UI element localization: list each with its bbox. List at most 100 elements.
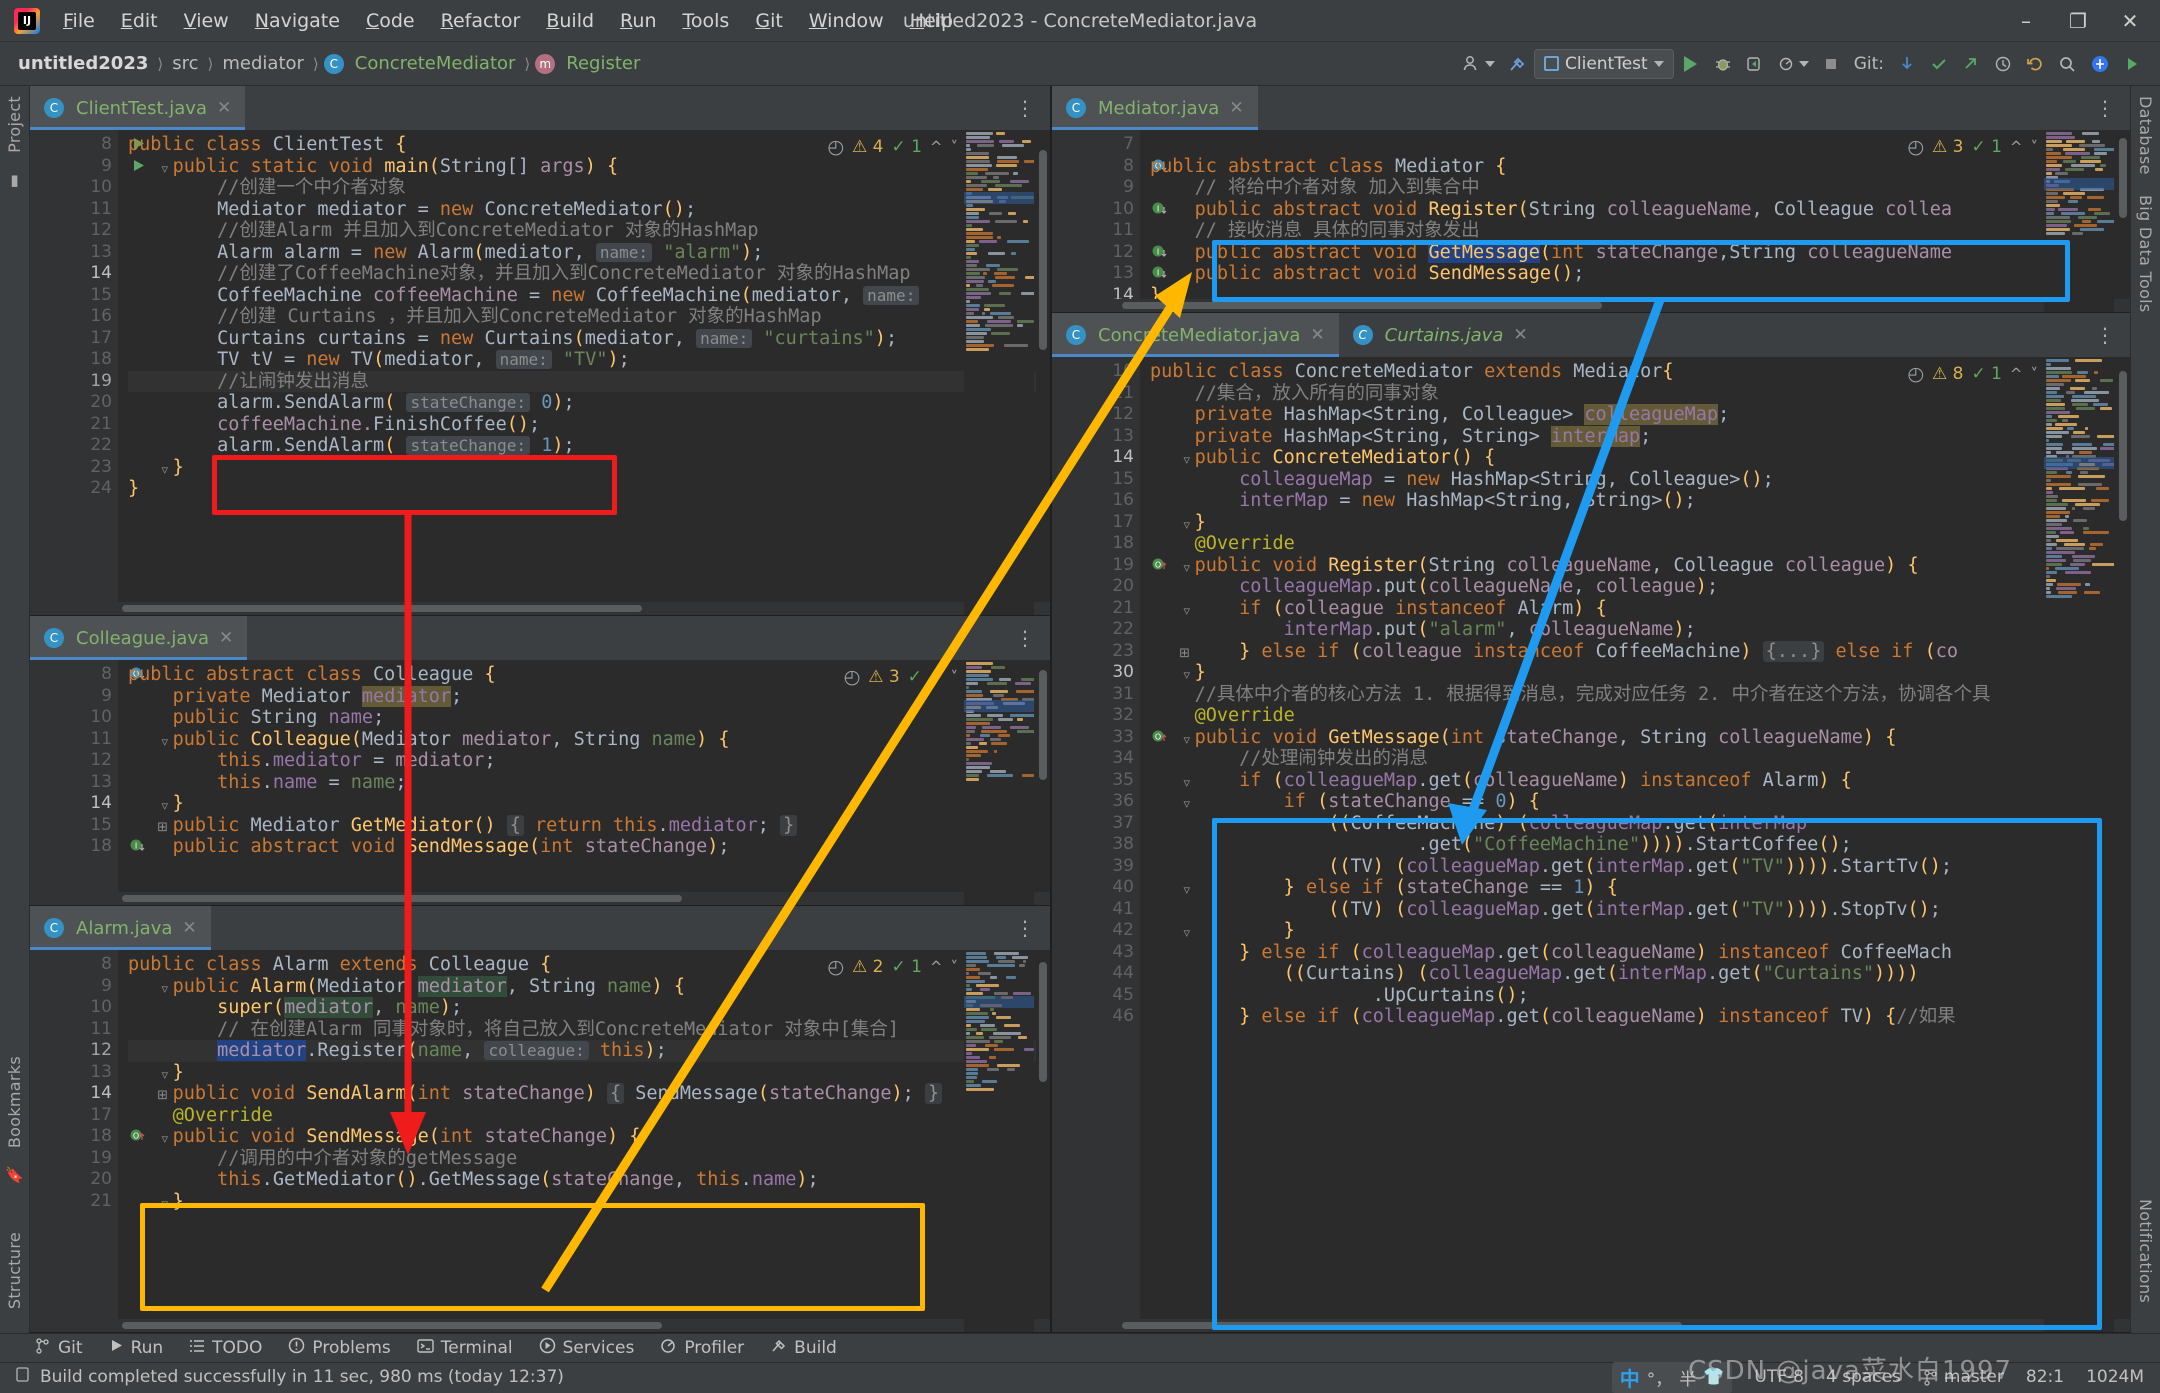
close-tab-icon[interactable]: ✕ [1310, 325, 1324, 345]
tab-clienttest[interactable]: C ClientTest.java ✕ [30, 86, 246, 130]
vertical-scrollbar[interactable] [2116, 130, 2130, 312]
history-icon[interactable] [1988, 49, 2018, 79]
menu-item-code[interactable]: Code [353, 6, 428, 36]
ime-skin-icon[interactable]: 👕 [1703, 1367, 1724, 1387]
warning-count[interactable]: ⚠ 2 [852, 957, 883, 977]
previous-problem-icon[interactable]: ^ [930, 138, 943, 156]
code-content[interactable]: public abstract class Colleague { privat… [118, 660, 1050, 905]
ime-width-mode[interactable]: 半 [1679, 1365, 1696, 1390]
vertical-scrollbar[interactable] [1036, 130, 1050, 615]
sidebar-item-big-data-tools[interactable]: Big Data Tools [2136, 185, 2155, 323]
maximize-button[interactable]: ❐ [2052, 1, 2104, 41]
editor-options-icon[interactable]: ⋮ [1001, 86, 1050, 130]
search-icon[interactable] [2052, 49, 2082, 79]
close-button[interactable]: ✕ [2104, 1, 2156, 41]
run-configuration-selector[interactable]: ClientTest [1534, 48, 1674, 79]
code-minimap[interactable] [964, 130, 1034, 615]
previous-problem-icon[interactable]: ^ [2010, 138, 2023, 156]
warning-count[interactable]: ⚠ 3 [1932, 137, 1963, 157]
horizontal-scrollbar[interactable] [30, 892, 1050, 905]
editor-options-icon[interactable]: ⋮ [1001, 616, 1050, 660]
build-status-message[interactable]: Build completed successfully in 11 sec, … [0, 1366, 564, 1388]
folder-icon[interactable]: ▮ [10, 171, 18, 189]
vertical-scrollbar[interactable] [2116, 357, 2130, 1332]
close-tab-icon[interactable]: ✕ [217, 98, 231, 118]
menu-item-tools[interactable]: Tools [670, 6, 743, 36]
code-minimap[interactable] [2044, 357, 2114, 1332]
menu-item-navigate[interactable]: Navigate [242, 6, 353, 36]
rollback-icon[interactable] [2020, 49, 2050, 79]
code-editor-colleague[interactable]: 8 O 9 10 11 ▿ 12 13 14 ▿ 15 ⊞ 18 Ipublic abstract cla… [30, 660, 1050, 905]
inspection-ok-count[interactable]: ✓ 1 [891, 957, 921, 977]
previous-problem-icon[interactable]: ^ [2010, 365, 2023, 383]
inspection-ok-count[interactable]: ✓ 1 [1971, 364, 2001, 384]
code-minimap[interactable] [2044, 130, 2114, 312]
profile-button[interactable] [1772, 49, 1814, 79]
debug-button[interactable] [1708, 49, 1738, 79]
tool-window-terminal[interactable]: Terminal [417, 1338, 513, 1359]
line-number-gutter[interactable]: 7 8 O 9 10 I 11 12 I 13 I 14 [1052, 130, 1167, 312]
tool-window-todo[interactable]: TODO [189, 1338, 262, 1359]
ime-punctuation[interactable]: °， [1647, 1365, 1673, 1390]
breadcrumb-src[interactable]: src [168, 51, 202, 76]
sidebar-item-database[interactable]: Database [2136, 86, 2155, 185]
menu-item-help[interactable]: Help [897, 6, 966, 36]
previous-problem-icon[interactable]: ^ [930, 958, 943, 976]
git-branch-indicator[interactable]: master [1923, 1367, 2004, 1387]
previous-problem-icon[interactable]: ^ [930, 668, 943, 686]
breadcrumb-package[interactable]: mediator [218, 51, 308, 76]
inspection-ok-count[interactable]: ✓ 1 [891, 137, 921, 157]
editor-options-icon[interactable]: ⋮ [1001, 906, 1050, 950]
next-problem-icon[interactable]: ˅ [951, 958, 959, 976]
editor-options-icon[interactable]: ⋮ [2081, 86, 2130, 130]
editor-options-icon[interactable]: ⋮ [2081, 313, 2130, 357]
menu-item-refactor[interactable]: Refactor [428, 6, 534, 36]
inspection-ok-count[interactable]: ✓ [908, 667, 922, 687]
memory-indicator[interactable]: 1024M [2086, 1367, 2144, 1387]
more-icon[interactable] [2118, 49, 2148, 79]
next-problem-icon[interactable]: ˅ [2031, 138, 2039, 156]
code-editor-clienttest[interactable]: 8 9 ▿ 10 11 12 13 14 15 16 17 18 19 20 21 22 23 ▿ 24 public… [30, 130, 1050, 615]
tool-window-run[interactable]: Run [109, 1338, 163, 1358]
code-content[interactable]: public class Alarm extends Colleague { p… [118, 950, 1050, 1332]
warning-count[interactable]: ⚠ 4 [852, 137, 883, 157]
bookmark-icon[interactable]: 🔖 [5, 1166, 24, 1184]
caret-position[interactable]: 82:1 [2026, 1367, 2064, 1387]
menu-item-run[interactable]: Run [607, 6, 669, 36]
menu-item-file[interactable]: File [50, 6, 108, 36]
tool-window-problems[interactable]: Problems [288, 1337, 391, 1359]
minimize-button[interactable]: – [2000, 1, 2052, 41]
close-tab-icon[interactable]: ✕ [219, 628, 233, 648]
sidebar-item-bookmarks[interactable]: Bookmarks [5, 1046, 24, 1158]
close-tab-icon[interactable]: ✕ [182, 918, 196, 938]
tab-curtains[interactable]: C Curtains.java ✕ [1339, 313, 1542, 357]
stop-button[interactable] [1816, 49, 1846, 79]
horizontal-scrollbar[interactable] [1052, 299, 2130, 312]
tab-alarm[interactable]: C Alarm.java ✕ [30, 906, 211, 950]
line-number-gutter[interactable]: 8 9 ▿ 10 11 12 13 14 15 16 17 18 19 20 21 22 23 ▿ 24 [30, 130, 168, 615]
code-editor-alarm[interactable]: 8 9 ▿ 10 11 12 13 ▿ 14 ⊞ 17 18 O ▿ 19 20 21 ▿ public class… [30, 950, 1050, 1332]
reader-mode-icon[interactable]: ◴ [1907, 363, 1924, 385]
update-project-icon[interactable] [1892, 49, 1922, 79]
run-button[interactable] [1676, 49, 1706, 79]
menu-item-edit[interactable]: Edit [108, 6, 171, 36]
account-icon[interactable] [1457, 49, 1500, 79]
tool-window-services[interactable]: Services [539, 1337, 634, 1359]
code-content[interactable]: public class ConcreteMediator extends Me… [1140, 357, 2130, 1332]
tool-window-profiler[interactable]: Profiler [660, 1337, 744, 1359]
encoding-indicator[interactable]: UTF-8 [1754, 1367, 1804, 1387]
next-problem-icon[interactable]: ˅ [2031, 365, 2039, 383]
horizontal-scrollbar[interactable] [30, 602, 1050, 615]
menu-item-git[interactable]: Git [742, 6, 795, 36]
warning-count[interactable]: ⚠ 3 [868, 667, 899, 687]
close-tab-icon[interactable]: ✕ [1513, 325, 1527, 345]
sidebar-item-project[interactable]: Project [5, 86, 24, 163]
breadcrumb-method[interactable]: Register [562, 51, 644, 76]
commit-icon[interactable] [1924, 49, 1954, 79]
next-problem-icon[interactable]: ˅ [951, 668, 959, 686]
menu-item-view[interactable]: View [171, 6, 242, 36]
horizontal-scrollbar[interactable] [1052, 1319, 2130, 1332]
reader-mode-icon[interactable]: ◴ [827, 136, 844, 158]
code-editor-mediator[interactable]: 7 8 O 9 10 I 11 12 I 13 I 14 public abstract class M… [1052, 130, 2130, 312]
inspection-ok-count[interactable]: ✓ 1 [1971, 137, 2001, 157]
